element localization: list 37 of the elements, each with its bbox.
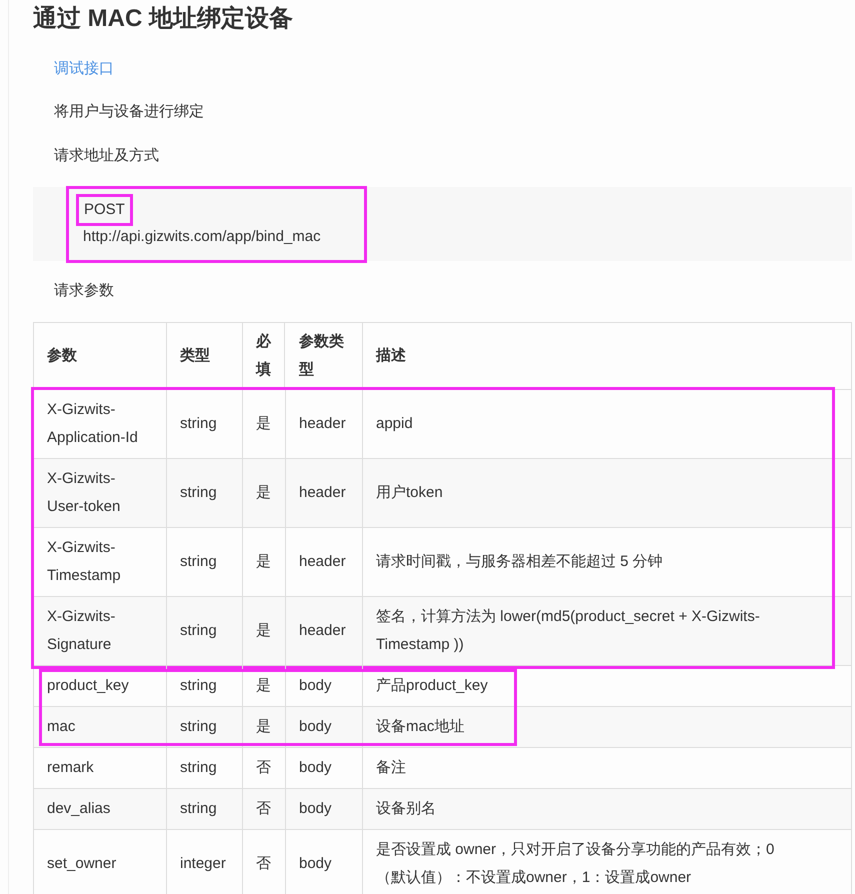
- request-url: http://api.gizwits.com/app/bind_mac: [83, 227, 321, 247]
- table-cell: 是: [243, 707, 286, 748]
- table-cell: string: [167, 789, 243, 830]
- description-text: 将用户与设备进行绑定: [54, 102, 205, 122]
- table-cell: X-Gizwits-Signature: [34, 597, 167, 666]
- debug-link[interactable]: 调试接口: [54, 59, 114, 79]
- column-header: 参数类型: [286, 323, 363, 390]
- column-header: 必填: [243, 323, 285, 390]
- table-cell: body: [286, 707, 363, 748]
- table-cell: 是否设置成 owner，只对开启了设备分享功能的产品有效；0（默认值）：不设置成owner，1：设置成owner: [363, 830, 852, 894]
- table-cell: 否: [243, 830, 286, 894]
- table-cell: body: [286, 830, 363, 894]
- column-header: 描述: [363, 323, 852, 390]
- http-method: POST: [76, 194, 133, 226]
- table-cell: dev_alias: [34, 789, 167, 830]
- section-heading: 请求地址及方式: [54, 146, 160, 166]
- table-cell: set_owner: [34, 830, 167, 894]
- table-cell: header: [286, 597, 363, 666]
- page-title: 通过 MAC 地址绑定设备: [33, 4, 294, 34]
- table-cell: 签名，计算方法为 lower(md5(product_secret + X-Gizwits-Timestamp )): [363, 597, 852, 666]
- table-cell: string: [167, 459, 243, 528]
- table-cell: 是: [243, 459, 286, 528]
- table-cell: 是: [243, 597, 286, 666]
- column-header: 类型: [167, 323, 243, 390]
- table-cell: 用户token: [363, 459, 852, 528]
- table-cell: string: [167, 597, 243, 666]
- table-cell: X-Gizwits-User-token: [34, 459, 167, 528]
- table-cell: header: [286, 459, 363, 528]
- table-cell: integer: [167, 830, 243, 894]
- column-header: 参数: [34, 323, 167, 390]
- table-cell: 否: [243, 789, 286, 830]
- table-cell: string: [167, 707, 243, 748]
- table-cell: 设备mac地址: [363, 707, 852, 748]
- section-heading: 请求参数: [54, 281, 115, 301]
- table-cell: mac: [34, 707, 167, 748]
- table-cell: 设备别名: [363, 789, 852, 830]
- table-cell: body: [286, 789, 363, 830]
